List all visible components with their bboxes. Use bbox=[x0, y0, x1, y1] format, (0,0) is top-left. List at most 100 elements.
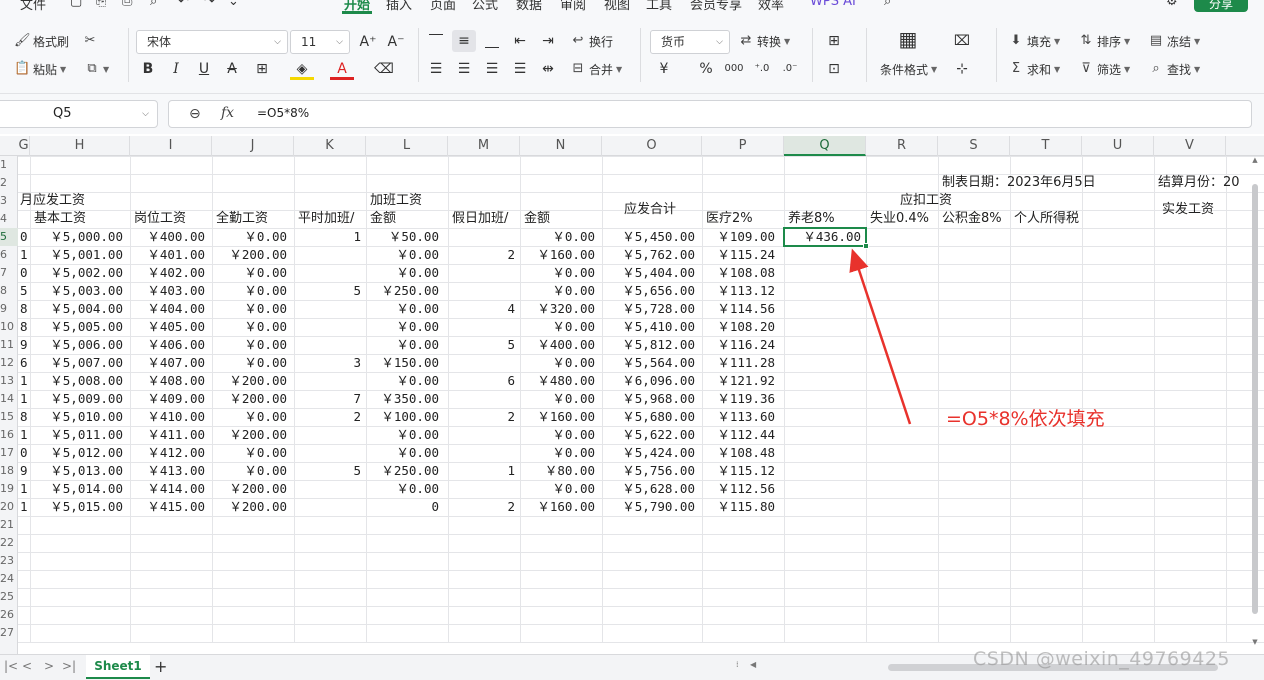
menu-review[interactable]: 审阅 bbox=[560, 0, 586, 13]
menu-file[interactable]: 文件 bbox=[20, 0, 46, 13]
row-header-13[interactable]: 13 bbox=[0, 372, 18, 390]
column-header-i[interactable]: I bbox=[130, 136, 212, 156]
cell-border-icon[interactable]: ⊹ bbox=[950, 58, 974, 80]
find-button[interactable]: ⌕ 查找 ▼ bbox=[1148, 58, 1200, 80]
menu-tools[interactable]: 工具 bbox=[646, 0, 672, 13]
cell-style-icon[interactable]: ⊡ bbox=[822, 58, 846, 80]
share-button[interactable]: 分享 bbox=[1194, 0, 1248, 12]
align-middle-icon[interactable]: ≡ bbox=[452, 30, 476, 52]
separator-handle-icon[interactable]: ⁞ bbox=[736, 660, 739, 669]
scroll-down-icon[interactable]: ▼ bbox=[1250, 638, 1260, 646]
column-header-m[interactable]: M bbox=[448, 136, 520, 156]
row-header-23[interactable]: 23 bbox=[0, 552, 18, 570]
row-header-15[interactable]: 15 bbox=[0, 408, 18, 426]
row-header-16[interactable]: 16 bbox=[0, 426, 18, 444]
row-header-27[interactable]: 27 bbox=[0, 624, 18, 642]
column-header-g[interactable]: G bbox=[18, 136, 30, 156]
row-header-8[interactable]: 8 bbox=[0, 282, 18, 300]
column-header-s[interactable]: S bbox=[938, 136, 1010, 156]
undo-icon[interactable]: ↶ bbox=[178, 0, 189, 9]
menu-member[interactable]: 会员专享 bbox=[690, 0, 742, 13]
row-header-12[interactable]: 12 bbox=[0, 354, 18, 372]
export-icon[interactable]: ⎘ bbox=[96, 0, 106, 9]
column-header-r[interactable]: R bbox=[866, 136, 938, 156]
row-header-2[interactable]: 2 bbox=[0, 174, 18, 192]
conditional-format-button[interactable]: 条件格式 ▼ bbox=[880, 58, 937, 80]
row-header-24[interactable]: 24 bbox=[0, 570, 18, 588]
formula-input[interactable]: ⊖ fx =O5*8% bbox=[168, 100, 1252, 128]
save-icon[interactable]: ▢ bbox=[70, 0, 82, 9]
align-bottom-icon[interactable]: ⎽ bbox=[480, 30, 504, 52]
percent-icon[interactable]: % bbox=[694, 58, 718, 80]
row-header-1[interactable]: 1 bbox=[0, 156, 18, 174]
column-header-o[interactable]: O bbox=[602, 136, 702, 156]
preview-icon[interactable]: ⌕ bbox=[150, 0, 157, 9]
row-header-6[interactable]: 6 bbox=[0, 246, 18, 264]
menu-formula[interactable]: 公式 bbox=[472, 0, 498, 13]
merge-button[interactable]: ⊟ 合并 ▼ bbox=[570, 58, 623, 80]
strikethrough-icon[interactable]: A bbox=[220, 58, 244, 80]
menu-wps-ai[interactable]: WPS AI bbox=[810, 0, 856, 9]
next-sheet-icon[interactable]: > bbox=[44, 659, 54, 673]
column-header-u[interactable]: U bbox=[1082, 136, 1154, 156]
row-header-19[interactable]: 19 bbox=[0, 480, 18, 498]
outdent-icon[interactable]: ⇤ bbox=[508, 30, 532, 52]
row-header-21[interactable]: 21 bbox=[0, 516, 18, 534]
distribute-icon[interactable]: ⇹ bbox=[536, 58, 560, 80]
font-size-select[interactable]: 11 ⌵ bbox=[290, 30, 350, 54]
menu-view[interactable]: 视图 bbox=[604, 0, 630, 13]
sheet-tab-sheet1[interactable]: Sheet1 bbox=[86, 655, 150, 679]
column-header-p[interactable]: P bbox=[702, 136, 784, 156]
row-header-25[interactable]: 25 bbox=[0, 588, 18, 606]
eraser-icon[interactable]: ⌫ bbox=[372, 58, 396, 80]
fill-color-icon[interactable]: ◈ bbox=[290, 58, 314, 80]
italic-icon[interactable]: I bbox=[164, 58, 188, 80]
settings-icon[interactable]: ⚙ bbox=[1166, 0, 1178, 9]
bold-icon[interactable]: B bbox=[136, 58, 160, 80]
format-brush-icon[interactable]: ⌧ bbox=[950, 30, 974, 52]
align-left-icon[interactable]: ☰ bbox=[424, 58, 448, 80]
wrap-text-button[interactable]: ↩ 换行 bbox=[570, 30, 613, 52]
border-icon[interactable]: ⊞ bbox=[250, 58, 274, 80]
sum-button[interactable]: Σ 求和 ▼ bbox=[1008, 58, 1060, 80]
freeze-button[interactable]: ▤ 冻结 ▼ bbox=[1148, 30, 1200, 52]
column-header-v[interactable]: V bbox=[1154, 136, 1226, 156]
currency-icon[interactable]: ¥ bbox=[652, 58, 676, 80]
convert-button[interactable]: ⇄ 转换 ▼ bbox=[738, 30, 791, 52]
row-header-3[interactable]: 3 bbox=[0, 192, 18, 210]
column-header-j[interactable]: J bbox=[212, 136, 294, 156]
search-icon[interactable]: ⌕ bbox=[884, 0, 891, 9]
indent-icon[interactable]: ⇥ bbox=[536, 30, 560, 52]
row-header-9[interactable]: 9 bbox=[0, 300, 18, 318]
vertical-scrollbar[interactable]: ▲ ▼ bbox=[1250, 156, 1260, 650]
font-name-select[interactable]: 宋体 ⌵ bbox=[136, 30, 288, 54]
row-header-22[interactable]: 22 bbox=[0, 534, 18, 552]
format-painter-button[interactable]: 🖌 格式刷 bbox=[14, 30, 69, 52]
column-header-h[interactable]: H bbox=[30, 136, 130, 156]
row-header-4[interactable]: 4 bbox=[0, 210, 18, 228]
conditional-format-icon[interactable]: ▦ bbox=[896, 28, 920, 50]
row-header-10[interactable]: 10 bbox=[0, 318, 18, 336]
justify-icon[interactable]: ☰ bbox=[508, 58, 532, 80]
name-box[interactable]: Q5 ⌵ bbox=[0, 100, 158, 128]
thousands-icon[interactable]: 000 bbox=[722, 58, 746, 80]
align-right-icon[interactable]: ☰ bbox=[480, 58, 504, 80]
row-header-17[interactable]: 17 bbox=[0, 444, 18, 462]
decrease-decimal-icon[interactable]: .0⁻ bbox=[778, 58, 802, 80]
align-center-icon[interactable]: ☰ bbox=[452, 58, 476, 80]
last-sheet-icon[interactable]: >| bbox=[62, 659, 76, 673]
column-header-k[interactable]: K bbox=[294, 136, 366, 156]
column-header-t[interactable]: T bbox=[1010, 136, 1082, 156]
fx-icon[interactable]: fx bbox=[221, 105, 234, 121]
table-style-icon[interactable]: ⊞ bbox=[822, 30, 846, 52]
more-icon[interactable]: ⌄ bbox=[228, 0, 239, 9]
first-sheet-icon[interactable]: |< bbox=[4, 659, 18, 673]
prev-sheet-icon[interactable]: < bbox=[22, 659, 32, 673]
paste-button[interactable]: 📋 粘贴 ▼ bbox=[14, 58, 66, 80]
scroll-left-icon[interactable]: ◀ bbox=[750, 660, 756, 669]
underline-icon[interactable]: U bbox=[192, 58, 216, 80]
font-color-icon[interactable]: A bbox=[330, 58, 354, 80]
menu-efficiency[interactable]: 效率 bbox=[758, 0, 784, 13]
fill-handle[interactable] bbox=[863, 243, 869, 249]
menu-page[interactable]: 页面 bbox=[430, 0, 456, 13]
